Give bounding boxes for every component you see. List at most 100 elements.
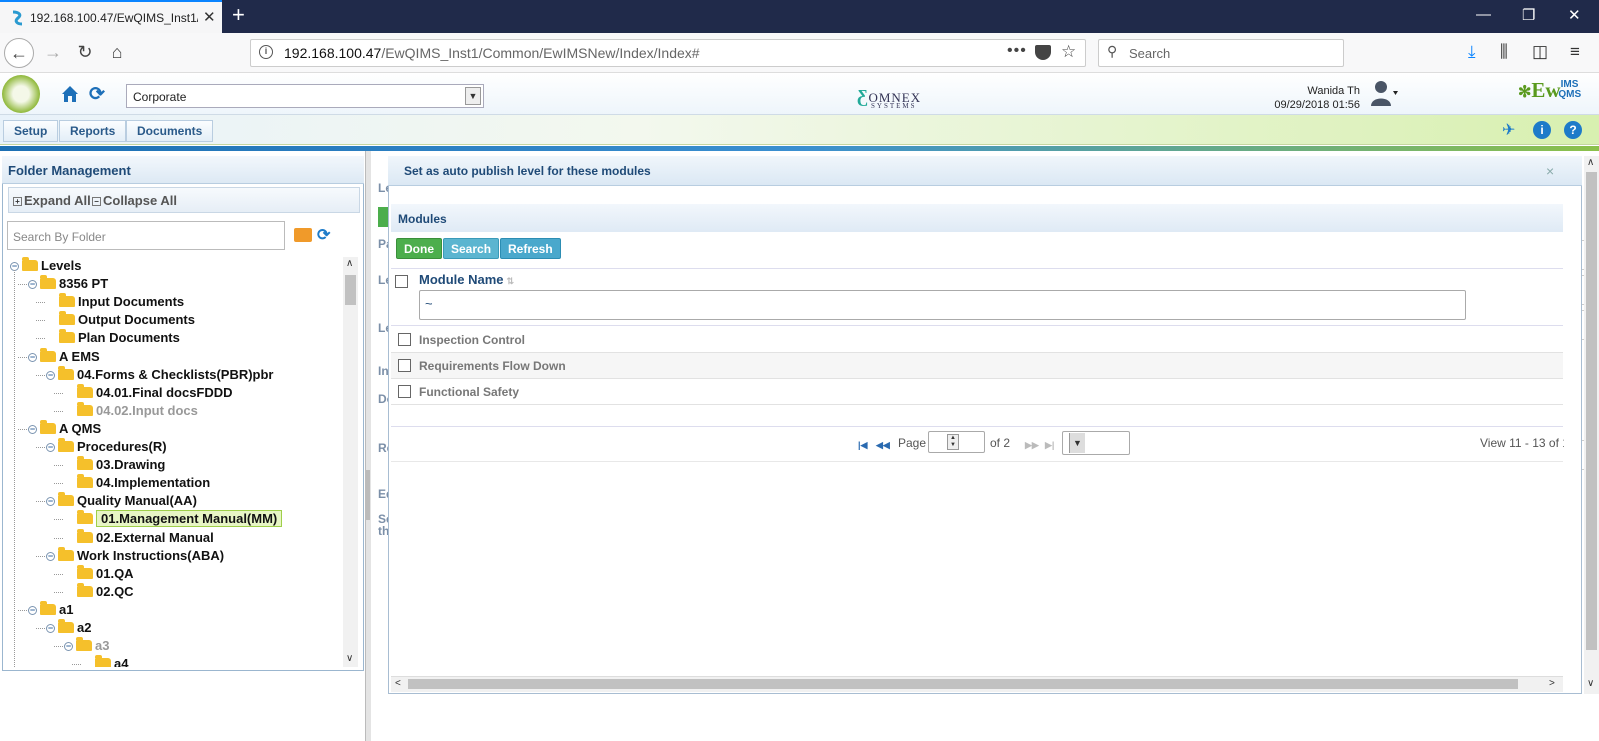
browser-search-input[interactable]: ⚲ Search — [1098, 39, 1344, 67]
page-size-select[interactable]: 10▼ — [1062, 431, 1130, 455]
reload-icon[interactable]: ↻ — [70, 38, 100, 68]
tree-node[interactable]: − 04.Forms & Checklists(PBR)pbr — [46, 365, 274, 384]
minimize-icon[interactable]: — — [1476, 6, 1491, 23]
pin-icon[interactable]: ✈ — [1502, 120, 1515, 140]
tree-node[interactable]: − a1 — [28, 600, 73, 619]
tree-node[interactable]: Output Documents — [46, 311, 195, 329]
menu-documents[interactable]: Documents — [126, 120, 214, 142]
tree-toggle-icon[interactable]: − — [46, 624, 55, 633]
tree-node-label[interactable]: 02.QC — [96, 584, 134, 599]
tree-node[interactable]: − A QMS — [28, 419, 101, 438]
last-page-icon[interactable]: ▶| — [1045, 440, 1054, 451]
menu-setup[interactable]: Setup — [3, 120, 59, 142]
tree-node[interactable]: − Procedures(R) — [46, 438, 167, 456]
tree-node-label[interactable]: 04.Implementation — [96, 475, 210, 490]
sidebar-icon[interactable]: ◫ — [1532, 42, 1548, 62]
tree-toggle-icon[interactable]: − — [64, 642, 73, 652]
tree-node-label[interactable]: 04.Forms & Checklists(PBR)pbr — [77, 367, 274, 382]
tree-toggle-icon[interactable]: − — [28, 280, 37, 290]
page-spinner-icon[interactable]: ▲ ▼ — [947, 434, 959, 450]
tree-node-label[interactable]: Plan Documents — [78, 330, 180, 345]
downloads-icon[interactable]: ⤓ — [1468, 42, 1476, 62]
tree-node-label[interactable]: 04.01.Final docsFDDD — [96, 385, 233, 400]
refresh-button[interactable]: Refresh — [500, 238, 561, 259]
panel-splitter[interactable] — [365, 151, 371, 741]
splitter-handle[interactable] — [366, 470, 370, 520]
module-row[interactable]: Inspection Control — [391, 327, 1563, 353]
tree-node-label[interactable]: 04.02.Input docs — [96, 403, 198, 418]
user-avatar-icon[interactable] — [1370, 78, 1398, 108]
app-home-icon[interactable] — [60, 84, 80, 104]
tree-node[interactable]: − A EMS — [28, 347, 100, 366]
folder-refresh-icon[interactable]: ⟳ — [317, 225, 330, 245]
tree-toggle-icon[interactable]: − — [28, 352, 37, 362]
search-button[interactable]: Search — [443, 238, 500, 259]
info-icon[interactable]: i — [1533, 121, 1551, 139]
chevron-down-icon[interactable]: ▼ — [465, 87, 481, 105]
tree-node-label[interactable]: 01.Management Manual(MM) — [96, 510, 283, 528]
tree-node-label[interactable]: 03.Drawing — [96, 457, 165, 472]
tree-node-label[interactable]: A EMS — [59, 349, 100, 364]
collapse-all-button[interactable]: − Collapse All — [92, 193, 177, 208]
url-bar[interactable]: i 192.168.100.47/EwQIMS_Inst1/Common/EwI… — [250, 39, 1086, 67]
first-page-icon[interactable]: |◀ — [858, 440, 867, 451]
tree-node[interactable]: Plan Documents — [46, 329, 180, 347]
pocket-icon[interactable] — [1035, 45, 1051, 60]
page-actions-icon[interactable]: ••• — [1007, 42, 1027, 60]
prev-page-icon[interactable]: ◀◀ — [876, 440, 890, 451]
window-close-icon[interactable]: ✕ — [1568, 6, 1581, 24]
tree-toggle-icon[interactable]: − — [46, 443, 55, 452]
tab-close-icon[interactable]: ✕ — [203, 8, 216, 26]
tree-node[interactable]: 04.02.Input docs — [64, 401, 198, 420]
help-icon[interactable]: ? — [1564, 121, 1582, 139]
tree-node[interactable]: 01.QA — [64, 564, 134, 583]
tree-node-label[interactable]: a1 — [59, 602, 73, 617]
tree-node-label[interactable]: Input Documents — [78, 294, 184, 309]
tree-node-label[interactable]: Procedures(R) — [77, 439, 167, 454]
module-row-checkbox[interactable] — [398, 359, 411, 372]
tree-node[interactable]: − Quality Manual(AA) — [46, 492, 197, 510]
folder-search-input[interactable]: Search By Folder — [7, 221, 285, 250]
dialog-close-icon[interactable]: × — [1546, 163, 1554, 179]
tree-toggle-icon[interactable]: − — [46, 551, 55, 561]
tree-node-label[interactable]: Work Instructions(ABA) — [77, 548, 224, 563]
tree-node[interactable]: 04.01.Final docsFDDD — [64, 383, 233, 402]
select-all-checkbox[interactable] — [395, 275, 408, 288]
back-icon[interactable]: ← — [4, 38, 34, 68]
tree-node[interactable]: − a2 — [46, 619, 91, 637]
module-row-checkbox[interactable] — [398, 333, 411, 346]
page-number-input[interactable]: 2▲▼ — [928, 431, 985, 453]
tree-node[interactable]: 02.External Manual — [64, 528, 214, 547]
tree-node-label[interactable]: 02.External Manual — [96, 530, 214, 545]
tree-node-label[interactable]: Levels — [41, 258, 81, 273]
tree-node-label[interactable]: 01.QA — [96, 566, 134, 581]
tree-node-label[interactable]: a2 — [77, 620, 91, 635]
done-button[interactable]: Done — [396, 238, 442, 259]
next-page-icon[interactable]: ▶▶ — [1025, 440, 1039, 451]
tree-node[interactable]: 04.Implementation — [64, 474, 210, 492]
tree-node-label[interactable]: A QMS — [59, 421, 101, 436]
folder-search-icon[interactable] — [294, 228, 312, 242]
module-row[interactable]: Requirements Flow Down — [391, 353, 1563, 379]
app-refresh-icon[interactable]: ⟳ — [89, 83, 105, 106]
module-row[interactable]: Functional Safety — [391, 379, 1563, 405]
tree-node[interactable]: − Levels — [10, 257, 81, 275]
tree-node[interactable]: a4 — [82, 655, 128, 667]
expand-all-button[interactable]: + Expand All — [13, 193, 91, 208]
forward-icon[interactable]: → — [38, 38, 68, 68]
tree-node[interactable]: 02.QC — [64, 582, 134, 601]
restore-icon[interactable]: ❐ — [1522, 6, 1535, 24]
dialog-hscroll-thumb[interactable] — [408, 679, 1518, 689]
folder-tree-scroll-thumb[interactable] — [345, 275, 356, 305]
tree-node-label[interactable]: Output Documents — [78, 312, 195, 327]
tree-node[interactable]: 01.Management Manual(MM) — [64, 510, 283, 528]
tree-node-label[interactable]: Quality Manual(AA) — [77, 493, 197, 508]
tree-node[interactable]: − Work Instructions(ABA) — [46, 546, 224, 565]
column-header-module-name[interactable]: Module Name ⇅ — [419, 272, 514, 287]
tree-toggle-icon[interactable]: − — [46, 370, 55, 380]
menu-reports[interactable]: Reports — [59, 120, 127, 142]
tree-toggle-icon[interactable]: − — [46, 497, 55, 507]
tree-toggle-icon[interactable]: − — [28, 424, 37, 434]
main-vscroll-thumb[interactable] — [1586, 172, 1597, 650]
module-row-checkbox[interactable] — [398, 385, 411, 398]
